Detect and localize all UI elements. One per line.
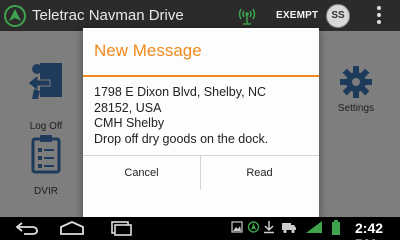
battery-icon bbox=[332, 220, 340, 235]
dialog-title-divider bbox=[83, 75, 319, 77]
signal-icon bbox=[238, 8, 256, 25]
location-icon bbox=[247, 221, 260, 233]
message-line: CMH Shelby bbox=[94, 116, 165, 130]
settings-tile: Settings bbox=[320, 53, 392, 143]
new-message-dialog: New Message 1798 E Dixon Blvd, Shelby, N… bbox=[83, 28, 319, 218]
avatar[interactable]: SS bbox=[326, 4, 350, 28]
dvir-label: DVIR bbox=[34, 186, 58, 197]
app-logo-icon[interactable] bbox=[4, 5, 26, 27]
home-icon[interactable] bbox=[58, 220, 86, 236]
message-line: 28152, USA bbox=[94, 100, 162, 115]
log-off-icon bbox=[27, 63, 62, 99]
read-button[interactable]: Read bbox=[201, 156, 318, 190]
app-title: Teletrac Navman Drive bbox=[32, 7, 184, 24]
cancel-button[interactable]: Cancel bbox=[83, 156, 200, 190]
settings-label: Settings bbox=[337, 103, 375, 114]
system-clock: 2:42 PM bbox=[355, 220, 384, 240]
message-line: 1798 E Dixon Blvd, Shelby, NC bbox=[94, 85, 267, 99]
settings-gear-icon bbox=[340, 66, 372, 98]
recent-apps-icon[interactable] bbox=[108, 220, 134, 236]
truck-icon bbox=[282, 223, 296, 234]
dvir-clipboard-icon bbox=[31, 135, 61, 174]
system-navigation-bar: 2:42 PM bbox=[0, 217, 400, 240]
download-icon bbox=[264, 221, 274, 234]
image-icon bbox=[231, 221, 243, 233]
dialog-title: New Message bbox=[94, 41, 202, 60]
top-app-bar: Teletrac Navman Drive EXEMPT SS bbox=[0, 0, 400, 31]
wifi-icon bbox=[306, 221, 322, 233]
message-body: 1798 E Dixon Blvd, Shelby, NC 28152, USA… bbox=[94, 85, 314, 147]
log-off-tile: Log Off bbox=[10, 53, 82, 143]
screen: Teletrac Navman Drive EXEMPT SS Log Off bbox=[0, 0, 400, 240]
dvir-tile: DVIR bbox=[10, 131, 82, 221]
overflow-menu-icon[interactable] bbox=[372, 4, 386, 28]
message-line: Drop off dry goods on the dock. bbox=[94, 131, 269, 146]
exempt-status-label: EXEMPT bbox=[276, 10, 319, 21]
back-icon[interactable] bbox=[14, 220, 40, 236]
